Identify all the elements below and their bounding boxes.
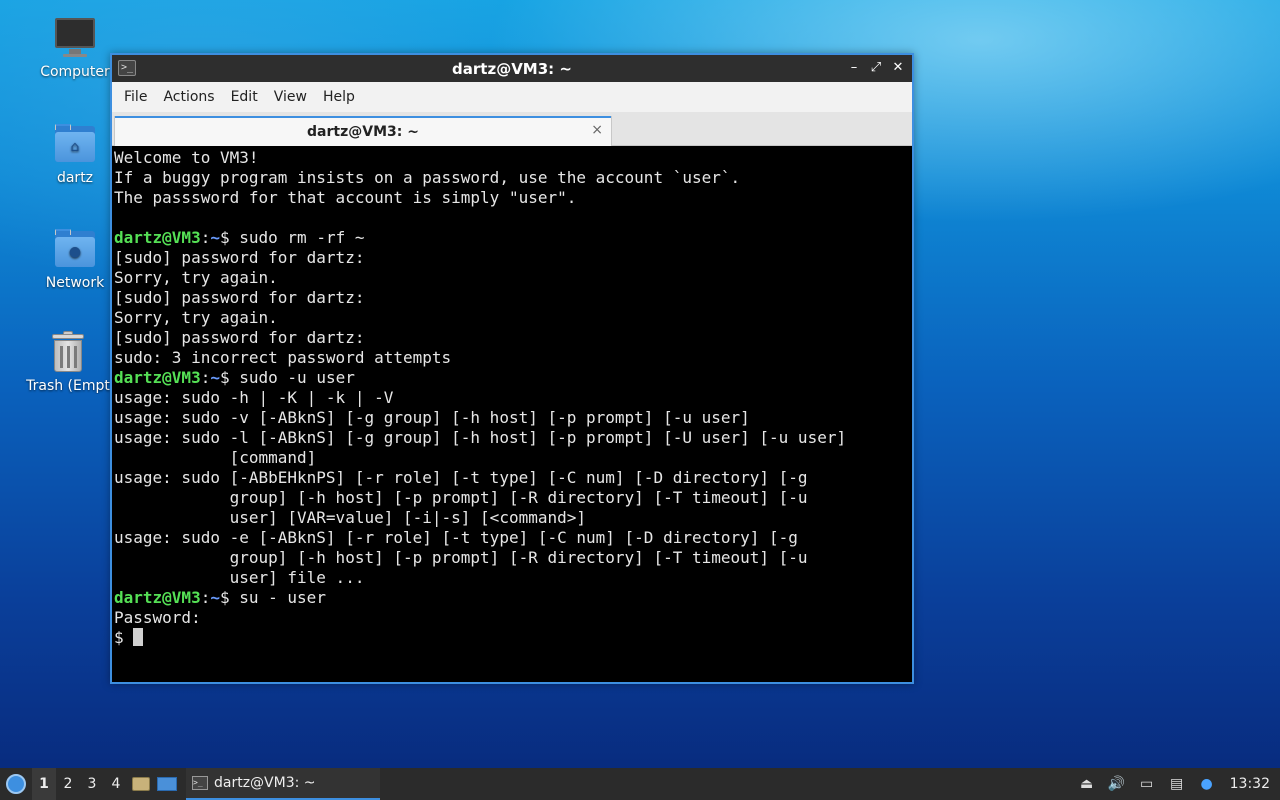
trash-icon xyxy=(46,330,90,374)
terminal-line: user] [VAR=value] [-i|-s] [<command>] xyxy=(114,508,587,527)
tab-terminal[interactable]: dartz@VM3: ~ × xyxy=(114,116,612,146)
terminal-task-icon: >_ xyxy=(192,776,208,790)
terminal-line: [command] xyxy=(114,448,317,467)
terminal-line: usage: sudo [-ABbEHknPS] [-r role] [-t t… xyxy=(114,468,808,487)
desktop-icon-label: dartz xyxy=(56,170,94,186)
computer-icon xyxy=(53,16,97,60)
volume-icon[interactable]: 🔊 xyxy=(1102,768,1132,800)
terminal-line: [sudo] password for dartz: xyxy=(114,288,365,307)
terminal-output[interactable]: Welcome to VM3! If a buggy program insist… xyxy=(112,146,912,682)
close-icon[interactable]: ✕ xyxy=(890,58,906,78)
menubar: File Actions Edit View Help xyxy=(112,82,912,112)
desktop-icon-label: Trash (Empt xyxy=(26,378,110,394)
maximize-icon[interactable]: ⤢ xyxy=(868,58,884,78)
terminal-line: dartz@VM3:~$ sudo -u user xyxy=(114,368,355,387)
workspace-1[interactable]: 1 xyxy=(32,768,56,800)
terminal-cursor xyxy=(133,628,144,646)
terminal-line: usage: sudo -l [-ABknS] [-g group] [-h h… xyxy=(114,428,847,447)
update-notifier-icon[interactable]: ● xyxy=(1192,768,1222,800)
show-desktop-launcher[interactable] xyxy=(154,768,180,800)
menu-edit[interactable]: Edit xyxy=(223,89,266,105)
workspace-3[interactable]: 3 xyxy=(80,768,104,800)
terminal-line: usage: sudo -h | -K | -k | -V xyxy=(114,388,394,407)
file-manager-icon xyxy=(132,777,150,791)
terminal-line: group] [-h host] [-p prompt] [-R directo… xyxy=(114,488,808,507)
desktop-icon-label: Network xyxy=(45,275,105,291)
terminal-line: sudo: 3 incorrect password attempts xyxy=(114,348,452,367)
workspace-2[interactable]: 2 xyxy=(56,768,80,800)
terminal-line: [sudo] password for dartz: xyxy=(114,248,365,267)
terminal-window: >_ dartz@VM3: ~ – ⤢ ✕ File Actions Edit … xyxy=(110,53,914,684)
taskbar-window-label: dartz@VM3: ~ xyxy=(214,775,316,791)
taskbar-window-button[interactable]: >_ dartz@VM3: ~ xyxy=(186,768,380,800)
terminal-line: If a buggy program insists on a password… xyxy=(114,168,741,187)
tab-close-icon[interactable]: × xyxy=(591,122,603,138)
clock[interactable]: 13:32 xyxy=(1222,776,1280,792)
terminal-line: usage: sudo -v [-ABknS] [-g group] [-h h… xyxy=(114,408,750,427)
terminal-line: The passsword for that account is simply… xyxy=(114,188,577,207)
terminal-line: Sorry, try again. xyxy=(114,308,278,327)
terminal-line: group] [-h host] [-p prompt] [-R directo… xyxy=(114,548,808,567)
terminal-line: user] file ... xyxy=(114,568,365,587)
clipboard-icon[interactable]: ▤ xyxy=(1162,768,1192,800)
tab-label: dartz@VM3: ~ xyxy=(307,123,419,140)
window-title: dartz@VM3: ~ xyxy=(452,59,572,78)
taskbar: 1 2 3 4 >_ dartz@VM3: ~ ⏏ 🔊 ▭ ▤ ● 13:32 xyxy=(0,768,1280,800)
terminal-line: Password: xyxy=(114,608,201,627)
network-monitor-icon[interactable]: ▭ xyxy=(1132,768,1162,800)
minimize-icon[interactable]: – xyxy=(846,58,862,78)
terminal-app-icon[interactable]: >_ xyxy=(118,60,136,76)
tab-bar: dartz@VM3: ~ × xyxy=(112,112,912,146)
menu-help[interactable]: Help xyxy=(315,89,363,105)
terminal-line: Welcome to VM3! xyxy=(114,148,259,167)
home-folder-icon: ⌂ xyxy=(53,122,97,166)
desktop-icon-trash[interactable]: Trash (Empt xyxy=(18,330,118,394)
terminal-line: Sorry, try again. xyxy=(114,268,278,287)
show-desktop-icon xyxy=(157,777,177,791)
system-tray: ⏏ 🔊 ▭ ▤ ● 13:32 xyxy=(1072,768,1280,800)
window-titlebar[interactable]: >_ dartz@VM3: ~ – ⤢ ✕ xyxy=(112,55,912,82)
start-menu-icon[interactable] xyxy=(0,768,32,800)
menu-file[interactable]: File xyxy=(116,89,155,105)
menu-view[interactable]: View xyxy=(266,89,315,105)
workspace-4[interactable]: 4 xyxy=(104,768,128,800)
network-folder-icon: ● xyxy=(53,227,97,271)
terminal-line: $ xyxy=(114,628,910,648)
terminal-line: usage: sudo -e [-ABknS] [-r role] [-t ty… xyxy=(114,528,798,547)
menu-actions[interactable]: Actions xyxy=(155,89,222,105)
terminal-line: dartz@VM3:~$ su - user xyxy=(114,588,326,607)
terminal-line: dartz@VM3:~$ sudo rm -rf ~ xyxy=(114,228,365,247)
tray-up-icon[interactable]: ⏏ xyxy=(1072,768,1102,800)
file-manager-launcher[interactable] xyxy=(128,768,154,800)
desktop-icon-label: Computer xyxy=(40,64,110,80)
terminal-line: [sudo] password for dartz: xyxy=(114,328,365,347)
